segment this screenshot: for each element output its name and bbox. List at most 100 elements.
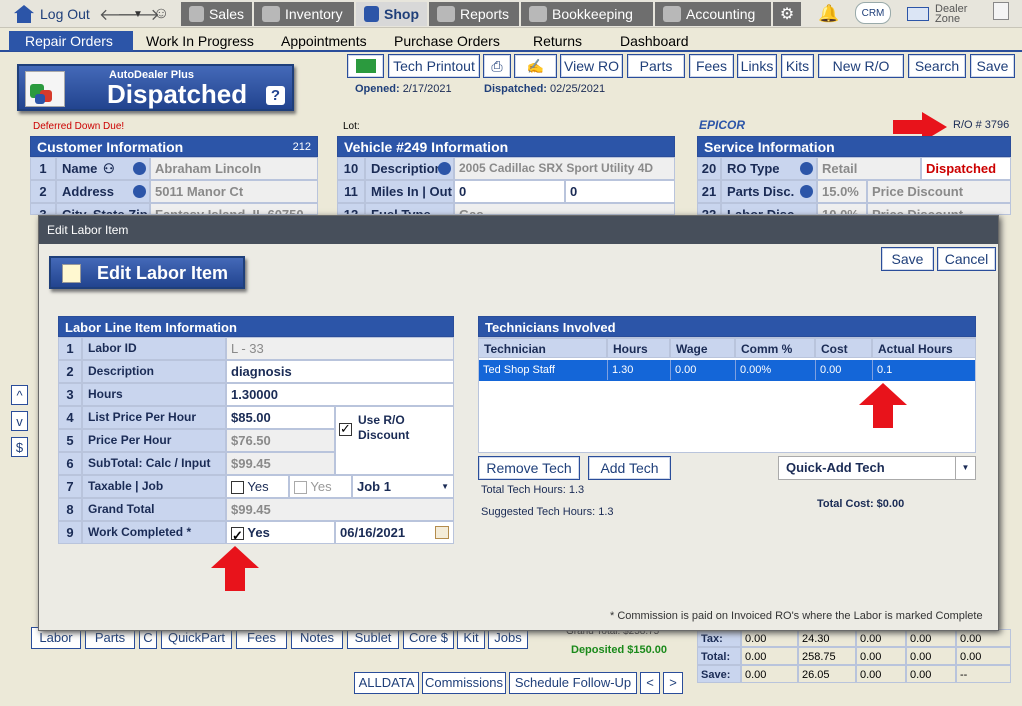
tech-actual-hours-cell[interactable]: 0.1 (873, 360, 975, 380)
nav-reports[interactable]: Reports (429, 2, 519, 26)
deferred-warning: Deferred Down Due! (33, 121, 125, 132)
column-header[interactable]: Cost (815, 338, 872, 358)
table-row[interactable]: Ted Shop Staff 1.30 0.00 0.00% 0.00 0.1 (479, 360, 975, 381)
column-header[interactable]: Actual Hours (872, 338, 976, 358)
tab-purchase-orders[interactable]: Purchase Orders (394, 31, 500, 51)
list-price-input[interactable]: $85.00 (226, 406, 335, 429)
labor-disc-field[interactable]: 10.0% (817, 203, 867, 215)
row-number: 1 (58, 337, 82, 360)
tech-comm-cell: 0.00% (736, 360, 816, 380)
search-button[interactable]: Search (908, 54, 966, 78)
parts-disc-field[interactable]: 15.0% (817, 180, 867, 203)
commissions-button[interactable]: Commissions (422, 672, 506, 694)
folder-green-icon[interactable] (347, 54, 384, 78)
schedule-follow-up-button[interactable]: Schedule Follow-Up (509, 672, 637, 694)
dialog-cancel-button[interactable]: Cancel (937, 247, 996, 271)
taxable-alt-checkbox (294, 481, 307, 495)
row-number: 21 (697, 180, 721, 203)
help-icon[interactable]: ? (266, 86, 285, 105)
row-number: 20 (697, 157, 721, 180)
tech-name-cell: Ted Shop Staff (479, 360, 608, 380)
parts-disc-label: Parts Disc. (721, 180, 817, 203)
customer-name-label: Name ⚇ (56, 157, 150, 180)
tech-printout-button[interactable]: Tech Printout (388, 54, 480, 78)
lookup-icon (438, 162, 451, 175)
fees-button[interactable]: Fees (689, 54, 734, 78)
nav-accounting[interactable]: Accounting (655, 2, 771, 26)
price-button[interactable]: $ (11, 437, 28, 457)
dealer-zone-link[interactable]: Dealer Zone (907, 2, 967, 26)
total-tech-hours: Total Tech Hours: 1.3 (481, 484, 585, 496)
customer-name-field[interactable]: Abraham Lincoln (150, 157, 318, 180)
parts-disc-type[interactable]: Price Discount (867, 180, 1011, 203)
ro-type-field[interactable]: Retail (817, 157, 921, 180)
move-down-button[interactable]: v (11, 411, 28, 431)
completed-date-input[interactable]: 06/16/2021 (335, 521, 454, 544)
row-number: 7 (58, 475, 82, 498)
move-up-button[interactable]: ^ (11, 385, 28, 405)
signature-icon[interactable]: ✍ (514, 54, 557, 78)
view-ro-button[interactable]: View RO (560, 54, 623, 78)
customer-address-field[interactable]: 5011 Manor Ct (150, 180, 318, 203)
column-header[interactable]: Technician (478, 338, 607, 358)
work-completed-checkbox[interactable] (231, 525, 244, 543)
column-header[interactable]: Wage (670, 338, 735, 358)
price-per-hour-field: $76.50 (226, 429, 335, 452)
use-ro-discount-checkbox[interactable] (339, 421, 352, 437)
new-ro-button[interactable]: New R/O (818, 54, 904, 78)
alldata-button[interactable]: ALLDATA (354, 672, 419, 694)
chevron-down-icon: ▼ (955, 457, 975, 479)
next-button[interactable]: > (663, 672, 683, 694)
support-icon[interactable]: ☺ (153, 2, 169, 26)
ro-number: R/O # 3796 (953, 119, 1010, 131)
tab-returns[interactable]: Returns (533, 31, 582, 51)
quick-add-tech-select[interactable]: Quick-Add Tech ▼ (778, 456, 976, 480)
tech-wage-cell: 0.00 (671, 360, 736, 380)
bell-icon[interactable]: 🔔 (818, 2, 839, 26)
epicor-logo: EPICOR (699, 118, 746, 132)
parts-button[interactable]: Parts (627, 54, 685, 78)
logout-link[interactable]: Log Out (14, 2, 90, 26)
calendar-icon (435, 526, 449, 539)
hours-input[interactable]: 1.30000 (226, 383, 454, 406)
nav-inventory[interactable]: Inventory (254, 2, 354, 26)
report-icon (437, 6, 455, 22)
settings-gear-icon[interactable]: ⚙ (773, 2, 801, 26)
labor-id-label: Labor ID (82, 337, 226, 360)
miles-in-field[interactable]: 0 (454, 180, 565, 203)
links-button[interactable]: Links (737, 54, 777, 78)
column-header[interactable]: Comm % (735, 338, 815, 358)
tab-dashboard[interactable]: Dashboard (620, 31, 689, 51)
column-header[interactable]: Hours (607, 338, 670, 358)
taxable-checkbox[interactable] (231, 481, 244, 495)
add-tech-button[interactable]: Add Tech (588, 456, 671, 480)
lot-label: Lot: (343, 121, 360, 132)
description-input[interactable]: diagnosis (226, 360, 454, 383)
printer-icon[interactable]: ⎙ (483, 54, 511, 78)
taxable-cell: Yes (226, 475, 289, 498)
labor-disc-type[interactable]: Price Discount (867, 203, 1011, 215)
fuel-type-field[interactable]: Gas (454, 203, 675, 215)
previous-button[interactable]: < (640, 672, 660, 694)
tab-work-in-progress[interactable]: Work In Progress (146, 31, 254, 51)
save-ro-button[interactable]: Save (970, 54, 1015, 78)
vehicle-description-label: Description (365, 157, 454, 180)
remove-tech-button[interactable]: Remove Tech (478, 456, 580, 480)
miles-out-field[interactable]: 0 (565, 180, 675, 203)
job-select[interactable]: Job 1 ▼ (352, 475, 454, 498)
home-icon (14, 5, 34, 23)
tab-repair-orders[interactable]: Repair Orders (9, 31, 133, 51)
crm-button[interactable]: CRM (855, 2, 891, 24)
nav-bookkeeping[interactable]: Bookkeeping (521, 2, 653, 26)
tab-appointments[interactable]: Appointments (281, 31, 367, 51)
vehicle-description-field[interactable]: 2005 Cadillac SRX Sport Utility 4D (454, 157, 675, 180)
kits-button[interactable]: Kits (781, 54, 814, 78)
nav-shop[interactable]: Shop (356, 2, 427, 26)
dispatched-date: Dispatched: 02/25/2021 (484, 83, 606, 95)
history-dropdown-icon[interactable]: ▼ (133, 2, 143, 26)
calculator-icon[interactable] (993, 2, 1009, 20)
row-number: 1 (30, 157, 56, 180)
nav-sales[interactable]: Sales (181, 2, 252, 26)
customer-city-field[interactable]: Fantasy Island, IL 60750 (150, 203, 318, 215)
dialog-save-button[interactable]: Save (881, 247, 934, 271)
